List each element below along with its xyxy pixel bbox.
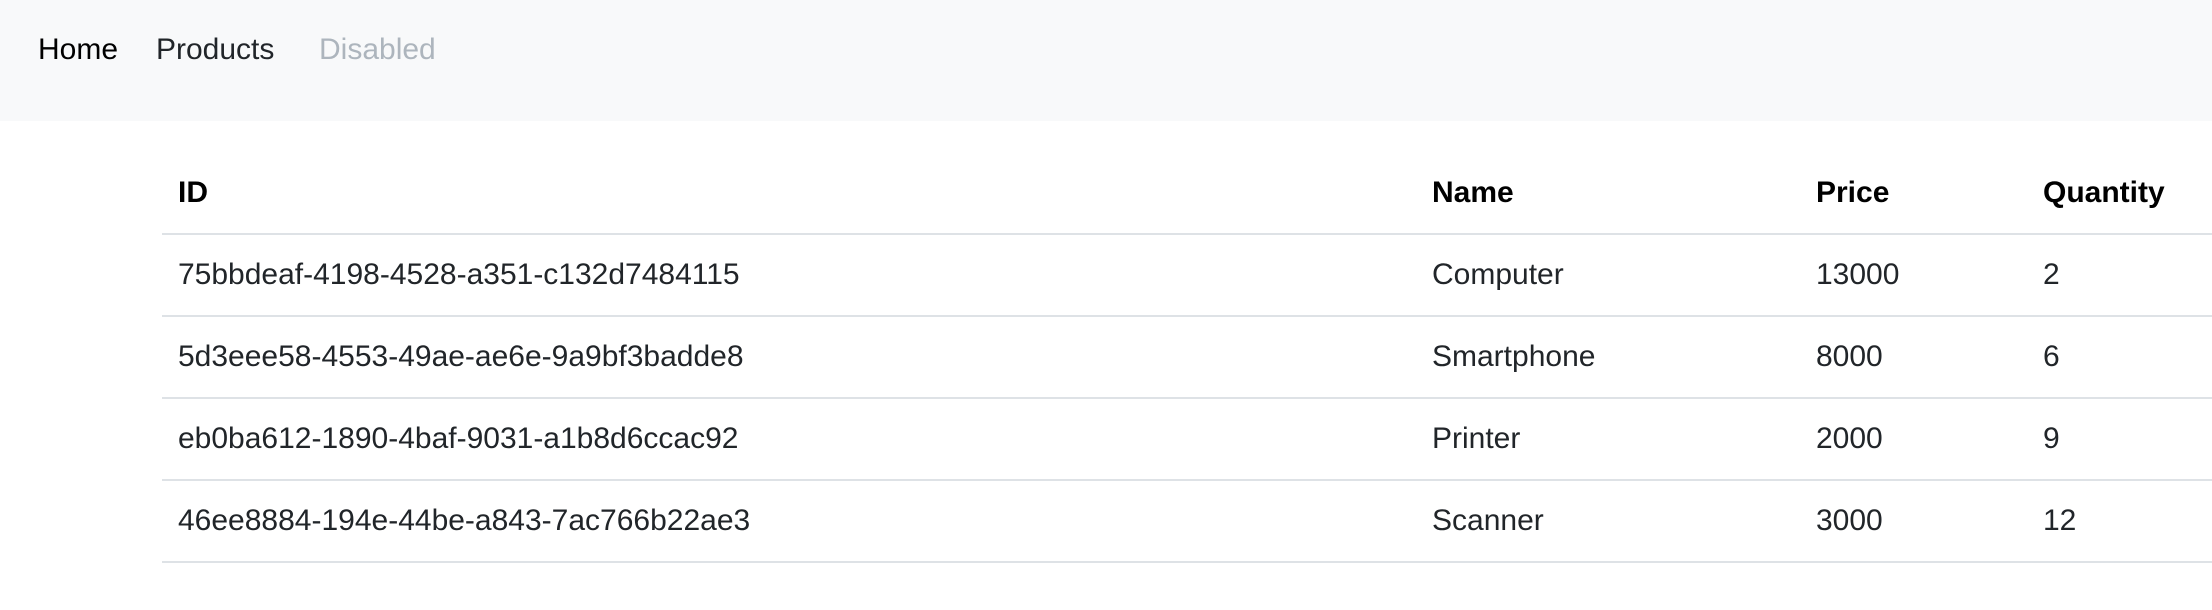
nav-home-link[interactable]: Home (38, 30, 118, 70)
table-row: 5d3eee58-4553-49ae-ae6e-9a9bf3badde8 Sma… (162, 316, 2212, 399)
cell-quantity: 9 (2027, 398, 2212, 481)
cell-name: Computer (1416, 234, 1800, 317)
nav-products-link[interactable]: Products (156, 30, 274, 70)
column-header-quantity: Quantity (2027, 153, 2212, 235)
table-row: 75bbdeaf-4198-4528-a351-c132d7484115 Com… (162, 234, 2212, 317)
cell-price: 8000 (1800, 316, 2027, 399)
column-header-id: ID (162, 153, 1416, 235)
products-table-container: ID Name Price Quantity 75bbdeaf-4198-452… (162, 153, 2212, 563)
cell-id: 46ee8884-194e-44be-a843-7ac766b22ae3 (162, 480, 1416, 563)
cell-name: Printer (1416, 398, 1800, 481)
products-table: ID Name Price Quantity 75bbdeaf-4198-452… (162, 153, 2212, 563)
cell-name: Scanner (1416, 480, 1800, 563)
table-body: 75bbdeaf-4198-4528-a351-c132d7484115 Com… (162, 234, 2212, 563)
table-header-row: ID Name Price Quantity (162, 153, 2212, 235)
column-header-name: Name (1416, 153, 1800, 235)
cell-quantity: 6 (2027, 316, 2212, 399)
table-row: 46ee8884-194e-44be-a843-7ac766b22ae3 Sca… (162, 480, 2212, 563)
cell-id: eb0ba612-1890-4baf-9031-a1b8d6ccac92 (162, 398, 1416, 481)
cell-quantity: 2 (2027, 234, 2212, 317)
table-row: eb0ba612-1890-4baf-9031-a1b8d6ccac92 Pri… (162, 398, 2212, 481)
navbar: Home Products Disabled (0, 0, 2212, 121)
cell-name: Smartphone (1416, 316, 1800, 399)
table-header: ID Name Price Quantity (162, 153, 2212, 235)
cell-price: 2000 (1800, 398, 2027, 481)
cell-id: 75bbdeaf-4198-4528-a351-c132d7484115 (162, 234, 1416, 317)
cell-id: 5d3eee58-4553-49ae-ae6e-9a9bf3badde8 (162, 316, 1416, 399)
column-header-price: Price (1800, 153, 2027, 235)
nav-disabled-link: Disabled (319, 33, 436, 66)
cell-price: 13000 (1800, 234, 2027, 317)
cell-quantity: 12 (2027, 480, 2212, 563)
cell-price: 3000 (1800, 480, 2027, 563)
